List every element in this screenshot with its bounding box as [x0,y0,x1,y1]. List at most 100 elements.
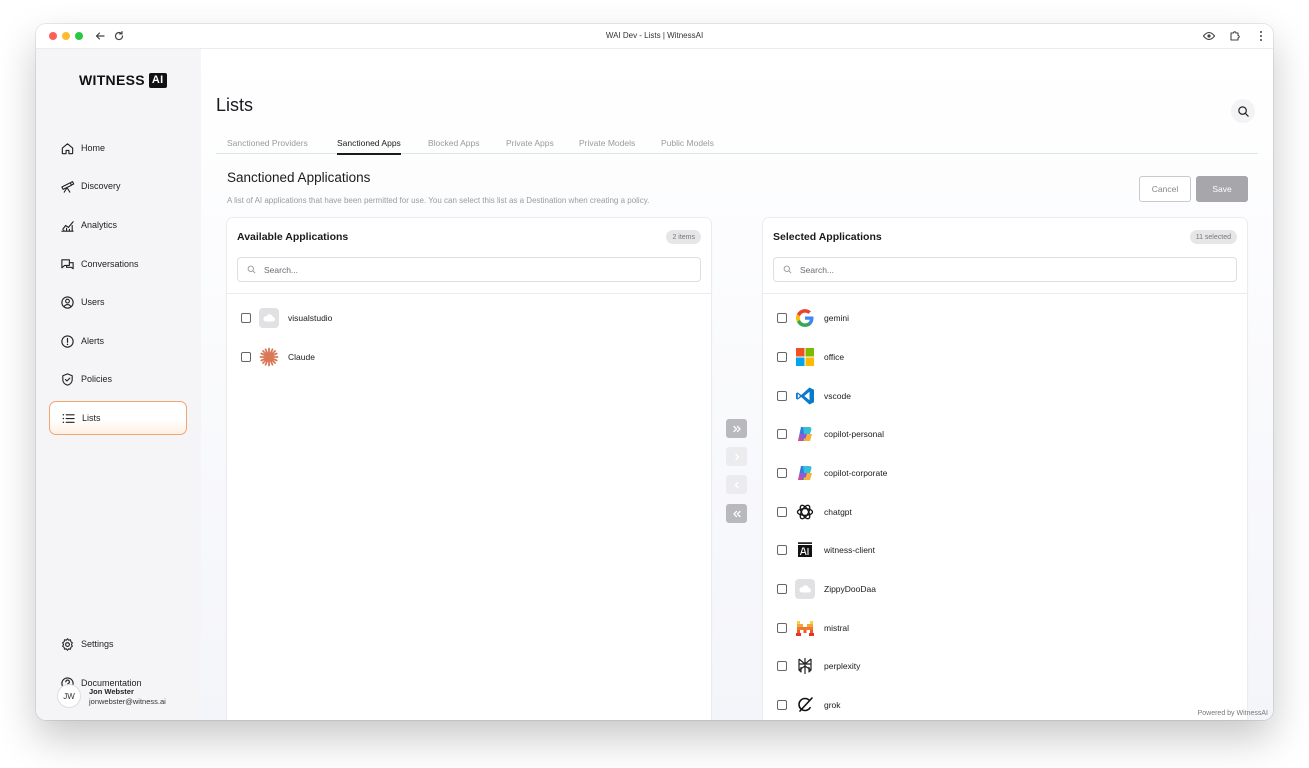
item-checkbox[interactable] [777,313,787,323]
list-item[interactable]: copilot-personal [777,422,884,446]
more-menu-icon[interactable] [1254,29,1268,43]
google-icon [794,307,816,329]
list-item[interactable]: office [777,345,844,369]
vscode-icon [794,385,816,407]
count-badge: 11 selected [1189,230,1237,244]
item-checkbox[interactable] [241,313,251,323]
save-button[interactable]: Save [1196,176,1248,202]
search-icon [1237,105,1249,117]
alert-icon [61,334,74,348]
search-icon [783,265,792,274]
selected-applications-panel: Selected Applications 11 selected Search… [763,218,1247,720]
item-name: mistral [824,623,850,633]
item-checkbox[interactable] [777,700,787,710]
item-checkbox[interactable] [777,391,787,401]
window-title: WAI Dev - Lists | WitnessAI [605,31,704,40]
cancel-button[interactable]: Cancel [1139,176,1191,202]
item-checkbox[interactable] [777,429,787,439]
sidebar-item-analytics[interactable]: Analytics [49,208,187,242]
item-checkbox[interactable] [777,623,787,633]
divider [763,293,1247,294]
chevron-right-icon [734,453,739,460]
sidebar-item-label: Settings [81,639,114,649]
browser-window: WAI Dev - Lists | WitnessAI WITNESS AI H… [36,24,1273,720]
sidebar-item-lists[interactable]: Lists [49,401,187,435]
extensions-icon[interactable] [1228,29,1242,43]
move-all-right-button[interactable] [726,419,747,438]
sidebar-item-label: Conversations [81,259,139,269]
user-name: Jon Webster [89,686,134,696]
copilot-icon [794,462,816,484]
list-item[interactable]: ZippyDooDaa [777,577,876,601]
move-left-button[interactable] [726,475,747,494]
list-item[interactable]: Claude [241,345,315,369]
tab-public-models[interactable]: Public Models [661,138,714,148]
user-profile[interactable]: JW Jon Webster jonwebster@witness.ai [57,684,166,708]
item-checkbox[interactable] [777,545,787,555]
move-right-button[interactable] [726,447,747,466]
sidebar-item-discovery[interactable]: Discovery [49,169,187,203]
item-checkbox[interactable] [241,352,251,362]
item-checkbox[interactable] [777,661,787,671]
count-badge: 2 items [666,230,701,244]
search-icon [247,265,256,274]
available-applications-panel: Available Applications 2 items Search...… [227,218,711,720]
list-item[interactable]: grok [777,693,841,717]
telescope-icon [61,180,75,193]
list-item[interactable]: visualstudio [241,306,332,330]
main-content: Lists Sanctioned Providers Sanctioned Ap… [201,49,1273,720]
list-item[interactable]: mistral [777,616,849,640]
chat-icon [61,258,74,269]
sidebar-item-label: Policies [81,374,113,384]
item-checkbox[interactable] [777,507,787,517]
sidebar-item-policies[interactable]: Policies [49,362,187,396]
available-search-input[interactable]: Search... [237,257,701,282]
chart-line-icon [61,220,74,232]
search-placeholder: Search... [264,264,299,275]
list-item[interactable]: witness-client [777,538,875,562]
global-search-button[interactable] [1231,99,1255,123]
list-item[interactable]: copilot-corporate [777,461,887,485]
tab-bar: Sanctioned Providers Sanctioned Apps Blo… [216,131,1258,155]
sidebar-item-conversations[interactable]: Conversations [49,247,187,281]
item-checkbox[interactable] [777,584,787,594]
list-item[interactable]: vscode [777,384,851,408]
tab-private-models[interactable]: Private Models [579,138,635,148]
copilot-icon [794,423,816,445]
tab-sanctioned-apps[interactable]: Sanctioned Apps [337,138,401,155]
section-title: Sanctioned Applications [227,170,371,185]
tab-sanctioned-providers[interactable]: Sanctioned Providers [227,138,308,148]
divider [227,293,711,294]
item-name: gemini [824,313,850,323]
sidebar-item-home[interactable]: Home [49,131,187,165]
list-item[interactable]: perplexity [777,654,860,678]
sidebar-item-users[interactable]: Users [49,285,187,319]
cloud-icon [258,307,280,329]
list-item[interactable]: chatgpt [777,500,852,524]
gear-icon [62,637,73,651]
sidebar-item-alerts[interactable]: Alerts [49,324,187,358]
page-title: Lists [216,95,254,115]
item-checkbox[interactable] [777,468,787,478]
user-circle-icon [61,295,74,309]
tab-private-apps[interactable]: Private Apps [506,138,554,148]
avatar: JW [57,684,81,708]
logo-text: WITNESS [79,72,145,88]
panel-title: Available Applications [237,231,349,243]
sidebar-item-label: Analytics [81,220,118,230]
item-checkbox[interactable] [777,352,787,362]
double-chevron-left-icon [732,510,741,517]
shield-check-icon [62,372,73,386]
item-name: grok [824,700,841,710]
eye-icon[interactable] [1202,29,1216,43]
selected-search-input[interactable]: Search... [773,257,1237,282]
list-item[interactable]: gemini [777,306,849,330]
mistral-icon [794,617,816,639]
search-placeholder: Search... [800,264,835,275]
sidebar-item-settings[interactable]: Settings [49,627,187,661]
move-all-left-button[interactable] [726,504,747,523]
witness-ai-logo[interactable]: WITNESS AI [79,71,167,89]
item-name: office [824,352,845,362]
tab-blocked-apps[interactable]: Blocked Apps [428,138,480,148]
sidebar-item-label: Users [81,297,105,307]
